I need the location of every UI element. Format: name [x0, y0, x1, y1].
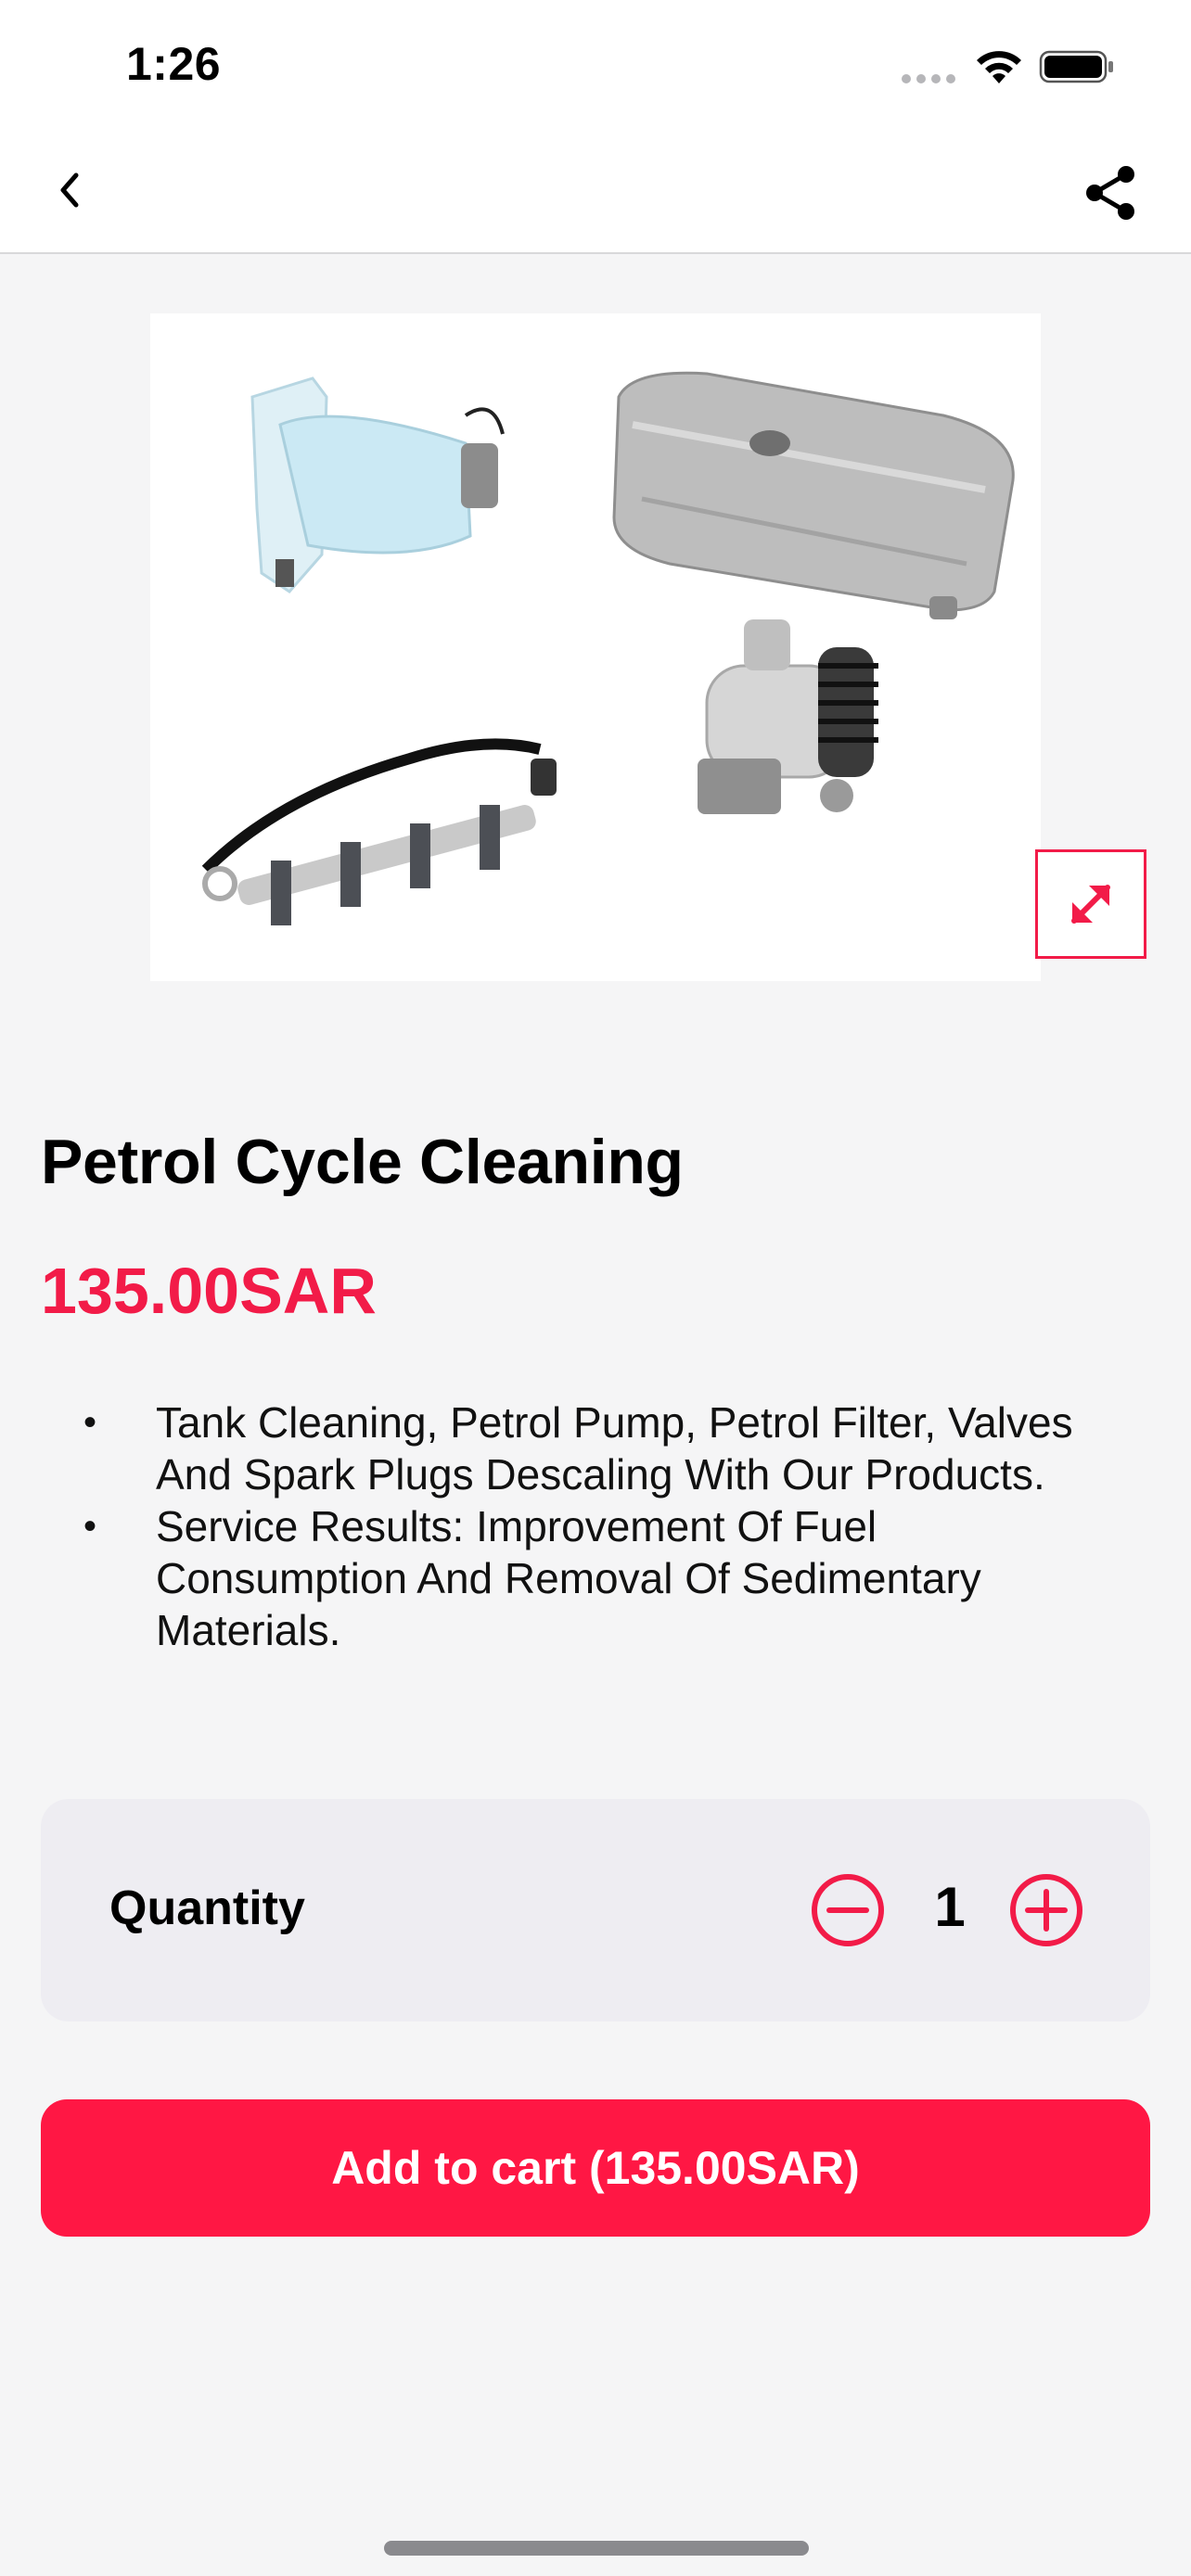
- product-description: Tank Cleaning, Petrol Pump, Petrol Filte…: [78, 1396, 1135, 1656]
- add-to-cart-button[interactable]: Add to cart (135.00SAR): [41, 2099, 1150, 2237]
- status-time: 1:26: [126, 38, 222, 90]
- expand-image-button[interactable]: [1035, 849, 1146, 959]
- quantity-selector: Quantity 1: [41, 1799, 1150, 2021]
- battery-icon: [1039, 50, 1113, 83]
- fuel-pump-part: [698, 619, 878, 814]
- fuel-filter-part: [250, 376, 505, 593]
- product-image[interactable]: [150, 313, 1041, 981]
- signal-icon: [902, 74, 955, 83]
- description-item: Service Results: Improvement Of Fuel Con…: [78, 1500, 1135, 1656]
- wifi-icon: [977, 51, 1021, 83]
- product-price: 135.00SAR: [41, 1255, 377, 1327]
- home-indicator[interactable]: [384, 2541, 809, 2556]
- nav-bar: [0, 130, 1191, 254]
- description-item: Tank Cleaning, Petrol Pump, Petrol Filte…: [78, 1396, 1135, 1500]
- share-icon: [1086, 166, 1134, 220]
- fuel-rail-part: [201, 738, 557, 925]
- chevron-left-icon: [60, 172, 79, 208]
- status-bar: 1:26: [0, 0, 1191, 130]
- quantity-value: 1: [934, 1876, 966, 1938]
- share-button[interactable]: [1076, 158, 1146, 228]
- fuel-parts-illustration: [201, 371, 1015, 925]
- expand-icon: [1071, 885, 1110, 924]
- quantity-label: Quantity: [109, 1881, 305, 1935]
- product-title: Petrol Cycle Cleaning: [41, 1127, 684, 1197]
- fuel-tank-part: [612, 371, 1015, 619]
- plus-circle-icon[interactable]: [1007, 1871, 1085, 1949]
- back-button[interactable]: [37, 158, 102, 223]
- minus-circle-icon[interactable]: [809, 1871, 887, 1949]
